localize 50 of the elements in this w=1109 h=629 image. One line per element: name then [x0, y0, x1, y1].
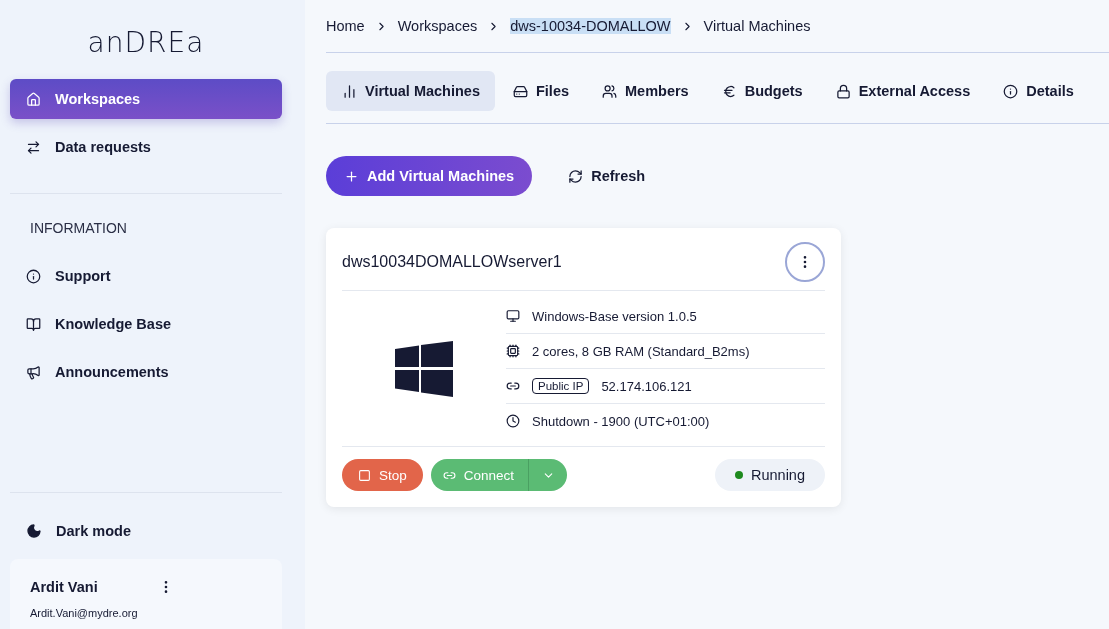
spec-text: 2 cores, 8 GB RAM (Standard_B2ms) [532, 343, 750, 359]
euro-icon [721, 83, 737, 99]
windows-logo-icon [395, 340, 453, 397]
spec-text: Windows-Base version 1.0.5 [532, 308, 697, 324]
clock-icon [506, 414, 520, 428]
andrea-logo: anDREa [86, 25, 206, 61]
breadcrumb-link[interactable]: Virtual Machines [703, 18, 811, 34]
vm-name: dws10034DOMALLOWserver1 [342, 253, 562, 271]
users-icon [602, 83, 617, 99]
arrows-icon [26, 139, 41, 155]
add-button[interactable]: Add Virtual Machines [326, 156, 533, 196]
refresh-icon [568, 168, 584, 184]
tab[interactable]: Members [586, 71, 704, 111]
home-icon [26, 91, 41, 107]
user-name: Ardit Vani [30, 579, 98, 595]
tab[interactable]: Details [987, 71, 1089, 111]
refresh-button[interactable]: Refresh [552, 156, 662, 196]
megaphone-icon [26, 364, 41, 380]
spec-text: 52.174.106.121 [601, 378, 692, 394]
dark-mode-toggle[interactable]: Dark mode [10, 511, 282, 551]
info-icon [26, 268, 41, 284]
breadcrumb-link[interactable]: dws-10034-DOMALLOW [510, 18, 671, 34]
sidebar-item[interactable]: Data requests [10, 127, 282, 167]
bar-chart-icon [342, 83, 357, 99]
monitor-icon [506, 309, 520, 323]
lock-icon [835, 83, 851, 99]
sidebar-item[interactable]: Announcements [10, 352, 282, 392]
user-email: Ardit.Vani@mydre.org [30, 607, 139, 619]
breadcrumb-link[interactable]: Workspaces [397, 18, 478, 34]
sidebar-item[interactable]: Support [10, 256, 282, 296]
sidebar-item[interactable]: Knowledge Base [10, 304, 282, 344]
stop-icon [358, 468, 371, 482]
public-ip-tag: Public IP [532, 378, 590, 394]
info-icon [1003, 83, 1019, 99]
plus-icon [344, 168, 359, 184]
tab[interactable]: Budgets [705, 71, 818, 111]
breadcrumb-link[interactable]: Home [326, 18, 365, 34]
tab[interactable]: External Access [819, 71, 986, 111]
tab[interactable]: Virtual Machines [326, 71, 495, 111]
more-button[interactable] [785, 242, 825, 282]
link-icon [506, 379, 520, 393]
status-text: Running [751, 467, 805, 483]
moon-icon [26, 523, 42, 539]
sidebar-item[interactable]: Workspaces [10, 79, 282, 119]
section-heading: INFORMATION [29, 219, 128, 238]
spec-text: Shutdown - 1900 (UTC+01:00) [532, 413, 710, 429]
tab[interactable]: Files [496, 71, 584, 111]
book-icon [26, 316, 41, 332]
drive-icon [512, 83, 528, 99]
chip-icon [506, 344, 520, 358]
